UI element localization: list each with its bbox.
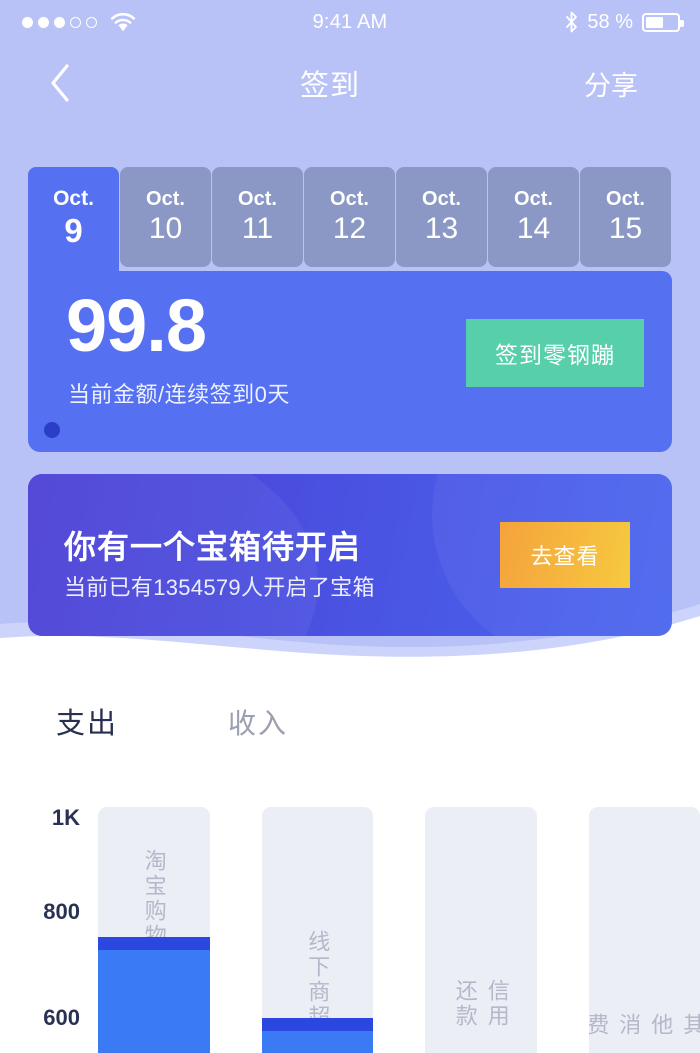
y-tick-label: 800: [43, 899, 80, 924]
bar-track: 其他消费: [588, 807, 700, 1053]
bar-fill: [261, 1018, 373, 1053]
tab-expense[interactable]: 支出: [56, 700, 118, 742]
signal-dot-filled: [54, 16, 65, 28]
date-tab-month: Oct.: [422, 187, 461, 210]
date-tab-oct-11[interactable]: Oct. 11: [212, 167, 303, 267]
section-tab-bar: 支出 收入: [56, 700, 288, 742]
date-tab-oct-10[interactable]: Oct. 10: [120, 167, 211, 267]
date-tab-oct-14[interactable]: Oct. 14: [488, 167, 579, 267]
bar-taobao-shopping[interactable]: 淘宝购物: [98, 807, 210, 1053]
bar-category-label: 淘宝购物: [141, 849, 167, 949]
date-tab-month: Oct.: [514, 187, 553, 210]
treasure-banner[interactable]: 你有一个宝箱待开启 当前已有1354579人开启了宝箱 去查看: [28, 474, 672, 636]
battery-percent-label: 58 %: [587, 10, 633, 33]
treasure-title: 你有一个宝箱待开启: [64, 529, 362, 565]
y-tick-label: 1K: [51, 805, 80, 830]
app-root: 9:41 AM 58 % 签到 分享 Oct. 9 Oct. 10 Oct. 1…: [0, 0, 700, 1053]
bar-track: 线下商超: [261, 807, 373, 1053]
status-bar: 9:41 AM 58 %: [0, 0, 700, 44]
carousel-page-dot[interactable]: [44, 422, 60, 438]
page-title: 签到: [299, 70, 360, 102]
balance-caption: 当前金额/连续签到0天: [68, 382, 290, 407]
date-tab-strip: Oct. 9 Oct. 10 Oct. 11 Oct. 12 Oct. 13 O…: [28, 167, 672, 271]
date-tab-oct-13[interactable]: Oct. 13: [396, 167, 487, 267]
chevron-left-icon: [51, 64, 69, 102]
signin-action-button[interactable]: 签到零钢蹦: [466, 319, 644, 387]
bar-category-label: 线下商超: [305, 930, 331, 1030]
date-tab-day: 11: [241, 211, 274, 245]
y-tick-label: 600: [43, 1005, 80, 1030]
date-tab-day: 13: [424, 211, 459, 245]
date-tab-oct-15[interactable]: Oct. 15: [580, 167, 671, 267]
date-tab-day: 9: [64, 212, 83, 250]
signin-card: Oct. 9 Oct. 10 Oct. 11 Oct. 12 Oct. 13 O…: [28, 167, 672, 452]
battery-fill: [646, 16, 663, 28]
tab-income[interactable]: 收入: [228, 702, 288, 742]
bar-cap: [98, 937, 210, 950]
treasure-view-button[interactable]: 去查看: [500, 522, 630, 588]
status-bar-clock: 9:41 AM: [312, 10, 388, 33]
date-tab-day: 12: [332, 211, 367, 245]
date-tab-month: Oct.: [53, 187, 94, 211]
date-tab-oct-12[interactable]: Oct. 12: [304, 167, 395, 267]
status-bar-right: 58 %: [450, 11, 700, 34]
balance-panel: 99.8 当前金额/连续签到0天 签到零钢蹦: [28, 271, 672, 452]
date-tab-month: Oct.: [146, 187, 185, 210]
bar-credit-repayment[interactable]: 信用还款: [425, 807, 537, 1053]
signal-strength-icon: [22, 16, 97, 28]
bar-offline-store[interactable]: 线下商超: [261, 807, 373, 1053]
date-tab-day: 15: [608, 211, 643, 245]
nav-bar: 签到 分享: [0, 48, 700, 118]
date-tab-day: 14: [516, 211, 551, 245]
back-button[interactable]: [0, 62, 120, 104]
battery-icon: [642, 12, 684, 32]
bar-category-label: 其他消费: [588, 1013, 700, 1038]
signal-dot-empty: [86, 16, 97, 28]
wifi-icon: [110, 12, 136, 31]
status-bar-left: [0, 12, 250, 32]
signal-dot-filled: [22, 16, 33, 28]
bar-category-label: 信用还款: [452, 979, 510, 1029]
signal-dot-filled: [38, 16, 49, 28]
bar-cap: [261, 1018, 373, 1031]
signal-dot-empty: [70, 16, 81, 28]
bluetooth-icon: [566, 11, 578, 33]
date-tab-oct-9[interactable]: Oct. 9: [28, 167, 119, 271]
date-tab-month: Oct.: [330, 187, 369, 210]
balance-amount: 99.8: [66, 284, 207, 367]
date-tab-month: Oct.: [238, 187, 277, 210]
spending-bar-chart: 1K 800 600 淘宝购物 线下商超 信用还款 其他消费: [0, 795, 700, 1053]
date-tab-month: Oct.: [606, 187, 645, 210]
bar-track: 信用还款: [425, 807, 537, 1053]
chart-y-axis: 1K 800 600: [0, 795, 96, 1053]
share-button[interactable]: 分享: [540, 64, 700, 103]
date-tab-day: 10: [148, 211, 183, 245]
chart-bars: 淘宝购物 线下商超 信用还款 其他消费: [98, 807, 700, 1053]
bar-other-spending[interactable]: 其他消费: [588, 807, 700, 1053]
bar-track: 淘宝购物: [98, 807, 210, 1053]
bar-fill: [98, 937, 210, 1053]
treasure-subtitle: 当前已有1354579人开启了宝箱: [64, 575, 375, 600]
